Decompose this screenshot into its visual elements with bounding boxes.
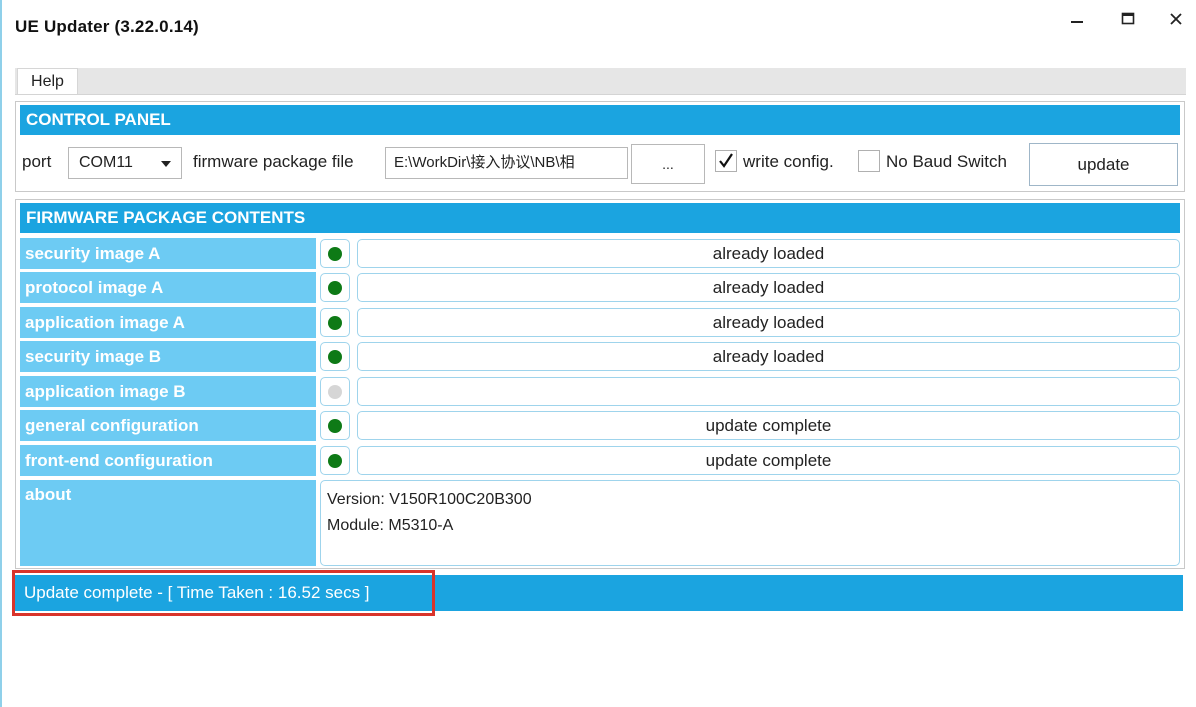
status-indicator <box>320 239 350 268</box>
firmware-row: security image A already loaded <box>20 238 1180 269</box>
firmware-row-status <box>357 377 1180 406</box>
module-text: Module: M5310-A <box>327 517 454 534</box>
firmware-row-label: security image B <box>20 341 316 372</box>
update-button[interactable]: update <box>1029 143 1178 186</box>
minimize-button[interactable] <box>1057 6 1097 32</box>
status-indicator <box>320 411 350 440</box>
port-select[interactable]: COM11 <box>68 147 182 179</box>
firmware-row: general configuration update complete <box>20 410 1180 441</box>
status-dot-icon <box>328 454 342 468</box>
menu-bar: Help <box>15 68 1186 95</box>
firmware-row-label: front-end configuration <box>20 445 316 476</box>
status-dot-icon <box>328 281 342 295</box>
firmware-file-label: firmware package file <box>193 152 354 171</box>
status-dot-icon <box>328 316 342 330</box>
firmware-row-label: application image B <box>20 376 316 407</box>
firmware-row-label: application image A <box>20 307 316 338</box>
firmware-path-input[interactable]: E:\WorkDir\接入协议\NB\相 <box>385 147 628 179</box>
status-indicator <box>320 273 350 302</box>
control-row: port COM11 firmware package file E:\Work… <box>16 140 1184 188</box>
write-config-label: write config. <box>743 152 834 171</box>
no-baud-switch-checkbox[interactable] <box>858 150 880 172</box>
status-indicator <box>320 377 350 406</box>
firmware-row: security image B already loaded <box>20 341 1180 372</box>
firmware-row-label: protocol image A <box>20 272 316 303</box>
status-highlight-box <box>12 570 435 616</box>
firmware-row-status: update complete <box>357 411 1180 440</box>
maximize-button[interactable] <box>1108 6 1148 32</box>
firmware-row-status: already loaded <box>357 342 1180 371</box>
firmware-panel-header: FIRMWARE PACKAGE CONTENTS <box>20 203 1180 233</box>
firmware-row-label: security image A <box>20 238 316 269</box>
title-bar: UE Updater (3.22.0.14) <box>0 0 1196 60</box>
close-button[interactable] <box>1156 6 1196 32</box>
firmware-row: protocol image A already loaded <box>20 272 1180 303</box>
maximize-icon <box>1121 12 1135 25</box>
control-panel-header: CONTROL PANEL <box>20 105 1180 135</box>
status-indicator <box>320 308 350 337</box>
status-dot-icon <box>328 350 342 364</box>
about-label: about <box>20 480 316 566</box>
status-dot-icon <box>328 385 342 399</box>
firmware-row-label: general configuration <box>20 410 316 441</box>
port-value: COM11 <box>79 154 133 171</box>
status-dot-icon <box>328 419 342 433</box>
firmware-row-status: already loaded <box>357 239 1180 268</box>
menu-help[interactable]: Help <box>17 68 78 94</box>
status-indicator <box>320 446 350 475</box>
browse-button[interactable]: ... <box>631 144 705 184</box>
about-info: Version: V150R100C20B300 Module: M5310-A <box>320 480 1180 566</box>
firmware-panel: FIRMWARE PACKAGE CONTENTS security image… <box>15 199 1185 569</box>
status-indicator <box>320 342 350 371</box>
no-baud-switch-label: No Baud Switch <box>886 152 1007 171</box>
window-border <box>0 0 2 707</box>
write-config-checkbox[interactable] <box>715 150 737 172</box>
firmware-row: application image B <box>20 376 1180 407</box>
close-icon <box>1170 13 1182 25</box>
firmware-row: application image A already loaded <box>20 307 1180 338</box>
minimize-icon <box>1071 21 1083 23</box>
control-panel: CONTROL PANEL port COM11 firmware packag… <box>15 101 1185 192</box>
checkmark-icon <box>719 153 733 168</box>
version-text: Version: V150R100C20B300 <box>327 491 532 508</box>
firmware-row-status: already loaded <box>357 308 1180 337</box>
firmware-row: front-end configuration update complete <box>20 445 1180 476</box>
firmware-row-status: already loaded <box>357 273 1180 302</box>
about-row: about Version: V150R100C20B300 Module: M… <box>20 480 1180 566</box>
firmware-row-status: update complete <box>357 446 1180 475</box>
status-dot-icon <box>328 247 342 261</box>
window-title: UE Updater (3.22.0.14) <box>15 17 199 36</box>
chevron-down-icon <box>161 161 171 167</box>
app-window: UE Updater (3.22.0.14) Help CONTROL PANE… <box>0 0 1196 707</box>
port-label: port <box>22 152 52 171</box>
